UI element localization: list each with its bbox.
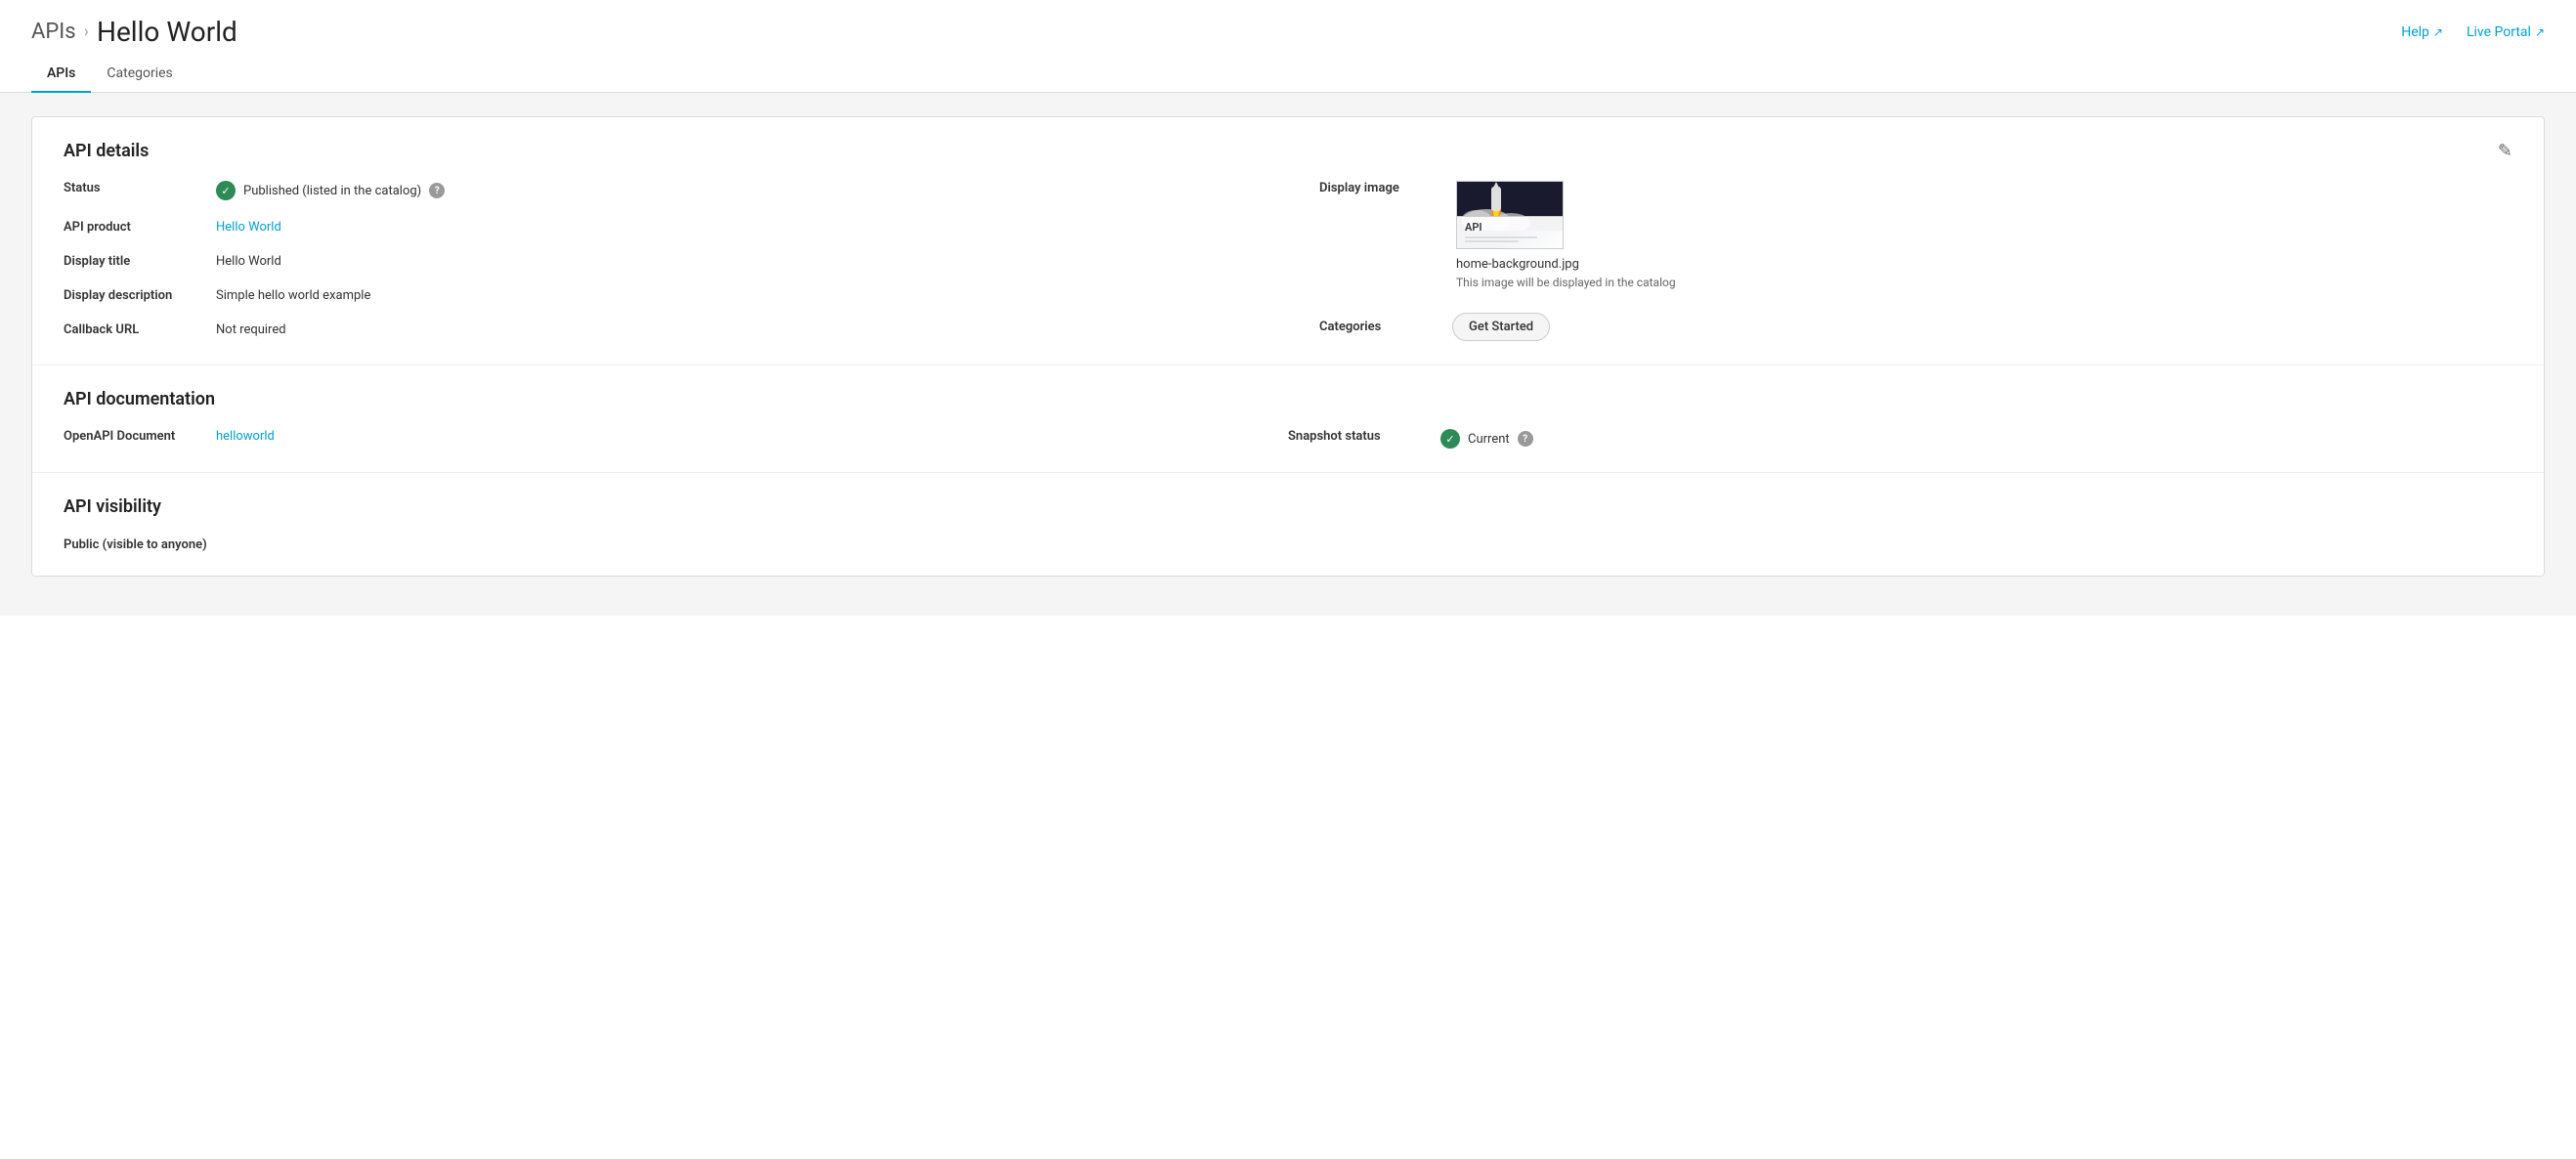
api-thumbnail: API: [1456, 181, 1564, 249]
snapshot-row: Snapshot status ✓ Current ?: [1288, 429, 2512, 449]
breadcrumb: APIs › Hello World: [31, 16, 237, 48]
image-info: home-background.jpg This image will be d…: [1456, 257, 1676, 289]
snapshot-value-row: ✓ Current ?: [1440, 429, 1533, 449]
api-overlay-text: API: [1465, 221, 1555, 234]
categories-label: Categories: [1319, 320, 1437, 334]
help-external-icon: ↗: [2433, 25, 2443, 39]
tabs-bar: APIs Categories: [0, 56, 2576, 93]
api-image-container: API: [1456, 181, 1564, 249]
snapshot-value: Current: [1468, 432, 1510, 447]
api-details-title: API details: [64, 141, 149, 161]
snapshot-check-icon: ✓: [1440, 429, 1460, 449]
api-visibility-title: API visibility: [64, 496, 2512, 517]
categories-row: Categories Get Started: [1319, 313, 2512, 341]
details-grid: Status ✓ Published (listed in the catalo…: [64, 181, 2512, 341]
api-details-section: API details ✎ Status ✓ Published (listed…: [32, 117, 2544, 365]
image-description: This image will be displayed in the cata…: [1456, 276, 1676, 289]
status-value: Published (listed in the catalog): [243, 184, 421, 198]
category-badge: Get Started: [1452, 313, 1550, 341]
display-image-section: Display image: [1319, 181, 2512, 289]
status-value-row: ✓ Published (listed in the catalog) ?: [216, 181, 445, 200]
status-check-icon: ✓: [216, 181, 236, 200]
breadcrumb-apis-link[interactable]: APIs: [31, 20, 76, 44]
image-filename: home-background.jpg: [1456, 257, 1676, 272]
top-links: Help ↗ Live Portal ↗: [2401, 24, 2545, 40]
api-label-line-2: [1465, 240, 1519, 242]
display-description-value: Simple hello world example: [216, 288, 370, 303]
api-visibility-section: API visibility Public (visible to anyone…: [32, 473, 2544, 576]
main-content: API details ✎ Status ✓ Published (listed…: [0, 93, 2576, 616]
api-details-card: API details ✎ Status ✓ Published (listed…: [31, 116, 2545, 577]
callback-url-row: Callback URL Not required: [64, 322, 1288, 337]
status-row: Status ✓ Published (listed in the catalo…: [64, 181, 1288, 200]
details-right: Display image: [1288, 181, 2512, 341]
status-label: Status: [64, 181, 200, 195]
edit-icon[interactable]: ✎: [2498, 141, 2512, 161]
breadcrumb-separator: ›: [84, 21, 89, 42]
display-description-label: Display description: [64, 288, 200, 303]
api-product-row: API product Hello World: [64, 220, 1288, 235]
live-portal-link[interactable]: Live Portal ↗: [2467, 24, 2545, 40]
display-title-row: Display title Hello World: [64, 254, 1288, 269]
api-documentation-section: API documentation OpenAPI Document hello…: [32, 365, 2544, 473]
openapi-value[interactable]: helloworld: [216, 429, 275, 444]
api-label-line-1: [1465, 236, 1537, 238]
api-documentation-title: API documentation: [64, 389, 2512, 409]
display-description-row: Display description Simple hello world e…: [64, 288, 1288, 303]
details-left: Status ✓ Published (listed in the catalo…: [64, 181, 1288, 341]
display-image-label: Display image: [1319, 181, 1437, 195]
snapshot-help-icon[interactable]: ?: [1518, 431, 1533, 447]
openapi-row: OpenAPI Document helloworld: [64, 429, 1288, 449]
display-title-label: Display title: [64, 254, 200, 269]
openapi-label: OpenAPI Document: [64, 429, 200, 444]
api-label-lines: [1465, 236, 1555, 242]
visibility-value: Public (visible to anyone): [64, 537, 207, 552]
snapshot-label: Snapshot status: [1288, 429, 1425, 444]
tab-categories[interactable]: Categories: [91, 56, 188, 93]
callback-url-value: Not required: [216, 322, 286, 337]
api-label-overlay: API: [1457, 216, 1563, 248]
doc-section-content: OpenAPI Document helloworld Snapshot sta…: [64, 429, 2512, 449]
help-link[interactable]: Help ↗: [2401, 24, 2443, 40]
top-bar: APIs › Hello World Help ↗ Live Portal ↗: [0, 0, 2576, 56]
callback-url-label: Callback URL: [64, 322, 200, 337]
api-product-label: API product: [64, 220, 200, 235]
live-portal-external-icon: ↗: [2535, 25, 2545, 39]
display-title-value: Hello World: [216, 254, 281, 269]
breadcrumb-title: Hello World: [97, 16, 237, 48]
tab-apis[interactable]: APIs: [31, 56, 91, 93]
api-product-value[interactable]: Hello World: [216, 220, 281, 235]
status-help-icon[interactable]: ?: [429, 183, 445, 198]
